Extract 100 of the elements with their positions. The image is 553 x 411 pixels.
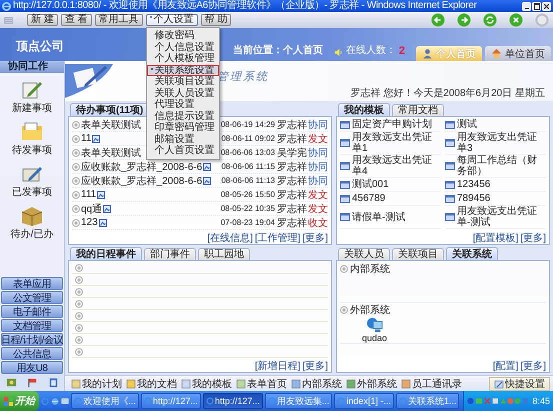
close-button[interactable] bbox=[542, 2, 551, 10]
panel-tab[interactable]: 关联人员 bbox=[338, 248, 390, 260]
minimize-button[interactable] bbox=[522, 2, 531, 10]
expand-icon[interactable] bbox=[75, 336, 83, 344]
toolbar-button[interactable]: 常用工具 bbox=[94, 14, 143, 26]
template-link[interactable]: 测试001 bbox=[352, 179, 389, 190]
maximize-button[interactable] bbox=[532, 2, 541, 10]
toolbar-button[interactable]: 个人设置 bbox=[146, 14, 198, 26]
expand-icon[interactable] bbox=[72, 120, 80, 128]
panel-tab[interactable]: 常用文档 bbox=[392, 104, 444, 116]
globe-icon[interactable] bbox=[51, 396, 60, 406]
menu-item[interactable]: 信息提示设置 bbox=[146, 110, 219, 122]
taskbar-button[interactable]: http://127... bbox=[202, 393, 263, 409]
home-tab[interactable]: 单位首页 bbox=[485, 46, 551, 61]
system-shortcut[interactable]: qudao bbox=[362, 317, 388, 343]
expand-icon[interactable] bbox=[72, 162, 80, 170]
expand-icon[interactable] bbox=[75, 276, 83, 284]
sidebar-item[interactable]: 新建事项 bbox=[12, 78, 52, 115]
template-link[interactable]: 用友致远支出凭证单-测试 bbox=[457, 206, 546, 228]
menu-item[interactable]: 关联项目设置 bbox=[146, 76, 219, 88]
clipboard-icon[interactable] bbox=[48, 377, 58, 388]
item-title[interactable]: 111 bbox=[81, 189, 96, 200]
template-link[interactable]: 123456 bbox=[457, 179, 490, 190]
module-button[interactable]: 公共信息 bbox=[1, 347, 63, 360]
expand-icon[interactable] bbox=[75, 312, 83, 320]
template-link[interactable]: 固定资产申购计划 bbox=[352, 119, 432, 130]
panel-tab[interactable]: 我的日程事件 bbox=[70, 247, 142, 260]
toolbar-button[interactable]: 帮 助 bbox=[200, 14, 232, 26]
expand-icon[interactable] bbox=[75, 288, 83, 296]
panel-tab[interactable]: 关联项目 bbox=[392, 248, 444, 260]
expand-icon[interactable] bbox=[75, 348, 83, 356]
item-title[interactable]: 应收账款_罗志祥_2008-6-6 bbox=[81, 174, 202, 188]
menu-item[interactable]: 个人信息设置 bbox=[146, 42, 219, 53]
sidebar-item[interactable]: 待发事项 bbox=[12, 120, 52, 157]
quick-link[interactable]: 我的模板 bbox=[181, 377, 232, 391]
tray-icons-drawing[interactable] bbox=[467, 397, 530, 405]
template-link[interactable]: 请假单-测试 bbox=[352, 212, 406, 222]
panel-tab[interactable]: 关联系统 bbox=[446, 247, 498, 260]
module-button[interactable]: 文档管理 bbox=[1, 319, 63, 332]
forward-icon[interactable] bbox=[457, 13, 471, 27]
panel-link[interactable]: [在线信息] bbox=[207, 231, 253, 243]
flag-icon[interactable] bbox=[26, 377, 38, 388]
expand-icon[interactable] bbox=[340, 265, 348, 273]
module-button[interactable]: 电子邮件 bbox=[1, 305, 63, 318]
menu-item[interactable]: 个人首页设置 bbox=[146, 145, 219, 156]
template-link[interactable]: 用友致远支出凭证单3 bbox=[457, 132, 546, 154]
item-title[interactable]: 11 bbox=[81, 133, 92, 144]
item-title[interactable]: qq通 bbox=[81, 202, 102, 216]
expand-icon[interactable] bbox=[72, 204, 80, 212]
quick-link[interactable]: 内部系统 bbox=[291, 377, 342, 391]
quick-link[interactable]: 员工通讯录 bbox=[401, 377, 462, 391]
panel-link[interactable]: [更多] bbox=[520, 359, 546, 371]
expand-icon[interactable] bbox=[72, 190, 80, 198]
quick-link[interactable]: 表单首页 bbox=[236, 377, 287, 391]
menu-item[interactable]: 代理设置 bbox=[146, 99, 219, 110]
browser-icon[interactable] bbox=[41, 396, 50, 406]
menu-item[interactable]: 修改密码 bbox=[146, 30, 219, 42]
expand-icon[interactable] bbox=[75, 324, 83, 332]
sidebar-item[interactable]: 已发事项 bbox=[12, 162, 52, 199]
people-icon[interactable] bbox=[6, 377, 16, 388]
expand-icon[interactable] bbox=[340, 306, 348, 314]
toolbar-button[interactable]: 新 建 bbox=[27, 14, 58, 26]
taskbar-button[interactable]: index[1] -... bbox=[334, 393, 394, 409]
expand-icon[interactable] bbox=[75, 264, 83, 272]
expand-icon[interactable] bbox=[72, 148, 80, 156]
desktop-icon[interactable] bbox=[61, 396, 70, 406]
module-button[interactable]: 表单应用 bbox=[1, 277, 63, 290]
template-link[interactable]: 用友致远支出凭证单1 bbox=[352, 132, 441, 154]
item-title[interactable]: 表单关联测试 bbox=[81, 118, 141, 132]
expand-icon[interactable] bbox=[75, 300, 83, 308]
menu-item[interactable]: 邮箱设置 bbox=[146, 134, 219, 145]
template-link[interactable]: 测试 bbox=[457, 119, 477, 130]
menu-item[interactable]: 个人模板管理 bbox=[146, 53, 219, 64]
back-icon[interactable] bbox=[431, 13, 445, 27]
panel-tab[interactable]: 我的模板 bbox=[338, 103, 390, 116]
item-title[interactable]: 表单关联测试 bbox=[81, 146, 141, 160]
template-link[interactable]: 用友致远支出凭证单4 bbox=[352, 155, 441, 177]
panel-tab[interactable]: 部门事件 bbox=[144, 248, 196, 260]
toolbar-button[interactable]: 查 看 bbox=[60, 14, 92, 26]
item-title[interactable]: 123 bbox=[81, 217, 98, 228]
panel-link[interactable]: [配置模板] bbox=[472, 231, 518, 243]
item-title[interactable]: 应收账款_罗志祥_2008-6-6 bbox=[81, 160, 202, 174]
module-button[interactable]: 日程/计划/会议 bbox=[1, 333, 63, 346]
panel-link[interactable]: [更多] bbox=[520, 231, 546, 243]
panel-link[interactable]: [更多] bbox=[302, 231, 328, 243]
expand-icon[interactable] bbox=[72, 134, 80, 142]
refresh-icon[interactable] bbox=[483, 13, 497, 27]
template-link[interactable]: 789456 bbox=[457, 193, 490, 204]
template-link[interactable]: 456789 bbox=[352, 193, 386, 204]
quick-settings-button[interactable]: 快捷设置 bbox=[489, 377, 550, 391]
quick-link[interactable]: 我的文档 bbox=[126, 377, 177, 391]
quick-link[interactable]: 外部系统 bbox=[346, 377, 397, 391]
template-link[interactable]: 每周工作总结（财务部） bbox=[457, 155, 546, 177]
module-button[interactable]: 用友U8 bbox=[1, 361, 63, 374]
expand-icon[interactable] bbox=[72, 218, 80, 226]
panel-tab[interactable]: 职工园地 bbox=[198, 248, 250, 260]
panel-link[interactable]: [配置] bbox=[492, 359, 518, 371]
menu-item[interactable]: 印章密码管理 bbox=[146, 122, 219, 134]
panel-link[interactable]: [新增日程] bbox=[254, 359, 300, 371]
panel-link[interactable]: [工作管理] bbox=[254, 231, 300, 243]
